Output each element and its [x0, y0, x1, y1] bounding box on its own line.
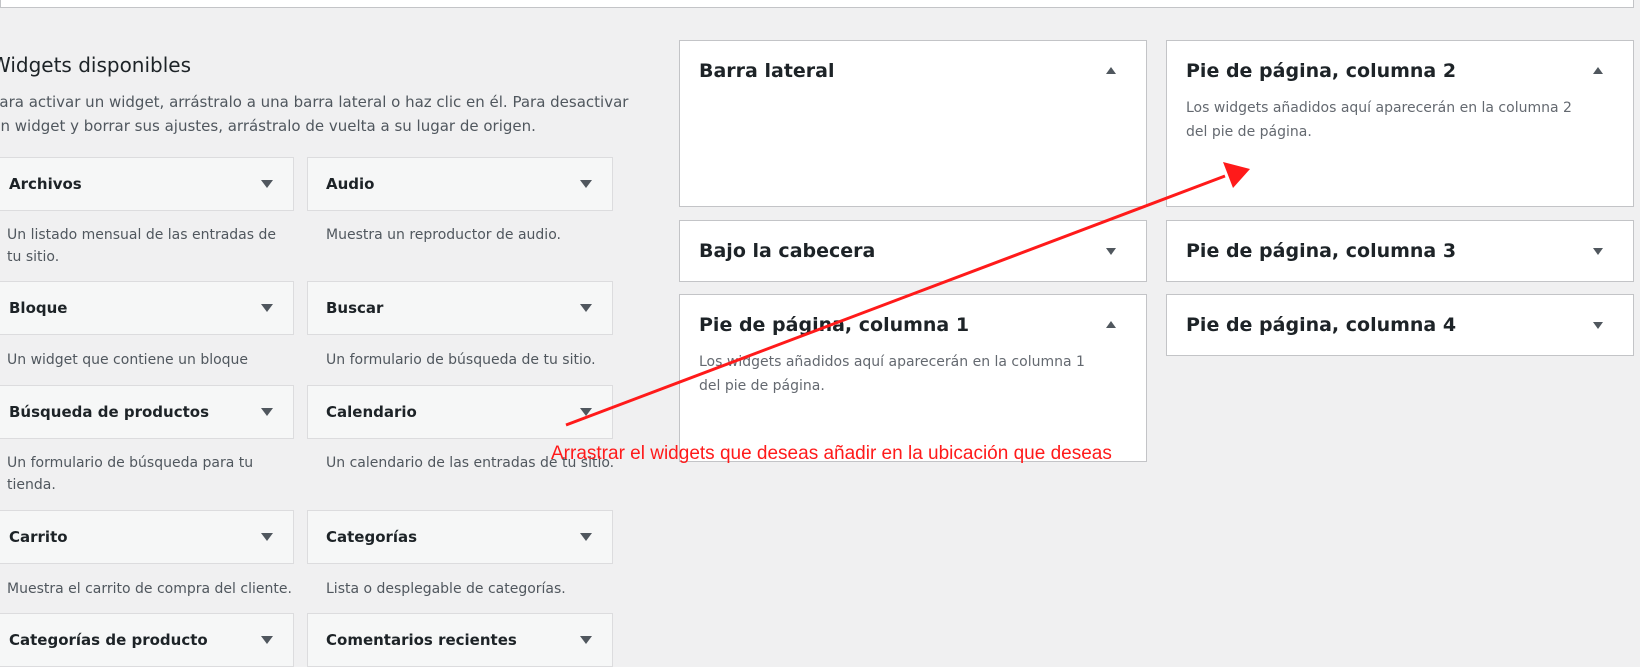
annotation-text: Arrastrar el widgets que deseas añadir e…: [551, 443, 1112, 464]
area-pie-columna-4[interactable]: Pie de página, columna 4: [1166, 294, 1634, 356]
widget-description: Lista o desplegable de categorías.: [326, 581, 566, 597]
widget-title: Categorías: [326, 528, 418, 546]
widget-archivos[interactable]: Archivos: [0, 157, 294, 211]
widget-description: Muestra el carrito de compra del cliente…: [7, 581, 292, 597]
widget-description: Un widget que contiene un bloque: [7, 352, 249, 368]
chevron-down-icon[interactable]: [580, 408, 592, 416]
area-pie-columna-3[interactable]: Pie de página, columna 3: [1166, 220, 1634, 282]
area-description: Los widgets añadidos aquí aparecerán en …: [1186, 100, 1572, 140]
widget-title: Comentarios recientes: [326, 631, 517, 649]
top-panel: [0, 0, 1634, 8]
area-title: Pie de página, columna 4: [1186, 314, 1457, 336]
widget-comentarios-recientes[interactable]: Comentarios recientes: [307, 613, 613, 667]
chevron-down-icon[interactable]: [261, 304, 273, 312]
widget-title: Audio: [326, 175, 375, 193]
widget-title: Calendario: [326, 403, 417, 421]
widget-title: Bloque: [9, 299, 68, 317]
area-description: Los widgets añadidos aquí aparecerán en …: [699, 354, 1085, 394]
chevron-down-icon[interactable]: [261, 180, 273, 188]
widget-title: Buscar: [326, 299, 384, 317]
area-title: Pie de página, columna 3: [1186, 240, 1457, 262]
chevron-down-icon[interactable]: [580, 636, 592, 644]
widget-description: Un listado mensual de las entradas de tu…: [7, 227, 277, 265]
widget-audio[interactable]: Audio: [307, 157, 613, 211]
widget-title: Carrito: [9, 528, 68, 546]
widget-description: Un formulario de búsqueda para tu tienda…: [7, 455, 254, 493]
chevron-down-icon[interactable]: [580, 180, 592, 188]
chevron-down-icon[interactable]: [1593, 322, 1603, 329]
chevron-up-icon[interactable]: [1106, 321, 1116, 328]
widget-title: Búsqueda de productos: [9, 403, 209, 421]
chevron-down-icon[interactable]: [580, 533, 592, 541]
widget-description: Un formulario de búsqueda de tu sitio.: [326, 352, 596, 368]
widget-busqueda-productos[interactable]: Búsqueda de productos: [0, 385, 294, 439]
area-title: Bajo la cabecera: [699, 240, 876, 262]
widget-categorias-producto[interactable]: Categorías de producto: [0, 613, 294, 667]
widget-title: Archivos: [9, 175, 82, 193]
chevron-up-icon[interactable]: [1106, 67, 1116, 74]
available-widgets-title: Widgets disponibles: [0, 53, 192, 77]
area-pie-columna-1[interactable]: Pie de página, columna 1 Los widgets aña…: [679, 294, 1147, 462]
widget-bloque[interactable]: Bloque: [0, 281, 294, 335]
chevron-down-icon[interactable]: [1106, 248, 1116, 255]
widget-calendario[interactable]: Calendario: [307, 385, 613, 439]
chevron-down-icon[interactable]: [580, 304, 592, 312]
area-title: Barra lateral: [699, 60, 835, 82]
chevron-down-icon[interactable]: [261, 533, 273, 541]
area-title: Pie de página, columna 1: [699, 314, 970, 336]
widget-categorias[interactable]: Categorías: [307, 510, 613, 564]
widget-carrito[interactable]: Carrito: [0, 510, 294, 564]
chevron-down-icon[interactable]: [1593, 248, 1603, 255]
widget-title: Categorías de producto: [9, 631, 208, 649]
widget-description: Muestra un reproductor de audio.: [326, 227, 561, 243]
area-bajo-cabecera[interactable]: Bajo la cabecera: [679, 220, 1147, 282]
chevron-up-icon[interactable]: [1593, 67, 1603, 74]
area-pie-columna-2[interactable]: Pie de página, columna 2 Los widgets aña…: [1166, 40, 1634, 207]
widget-buscar[interactable]: Buscar: [307, 281, 613, 335]
available-widgets-description: Para activar un widget, arrástralo a una…: [0, 93, 629, 135]
area-title: Pie de página, columna 2: [1186, 60, 1457, 82]
chevron-down-icon[interactable]: [261, 408, 273, 416]
area-barra-lateral[interactable]: Barra lateral: [679, 40, 1147, 207]
chevron-down-icon[interactable]: [261, 636, 273, 644]
